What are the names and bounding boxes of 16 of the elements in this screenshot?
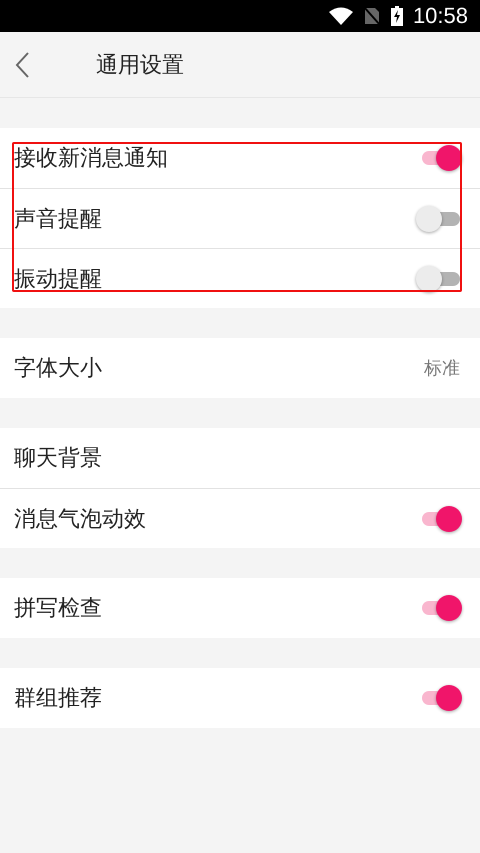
no-signal-icon (362, 6, 381, 26)
setting-label: 群组推荐 (14, 685, 102, 713)
clock: 10:58 (412, 3, 468, 29)
setting-label: 振动提醒 (14, 266, 102, 294)
wifi-icon (328, 7, 353, 25)
battery-charging-icon (390, 6, 403, 26)
setting-label: 声音提醒 (14, 206, 102, 234)
back-icon (14, 50, 30, 78)
setting-label: 消息气泡动效 (14, 506, 146, 534)
toggle-switch[interactable] (418, 204, 462, 234)
setting-value: 标准 (424, 357, 460, 380)
setting-label: 字体大小 (14, 355, 102, 383)
setting-label: 接收新消息通知 (14, 145, 168, 173)
setting-label: 拼写检查 (14, 595, 102, 623)
setting-label: 聊天背景 (14, 445, 102, 473)
page-title: 通用设置 (96, 52, 184, 80)
